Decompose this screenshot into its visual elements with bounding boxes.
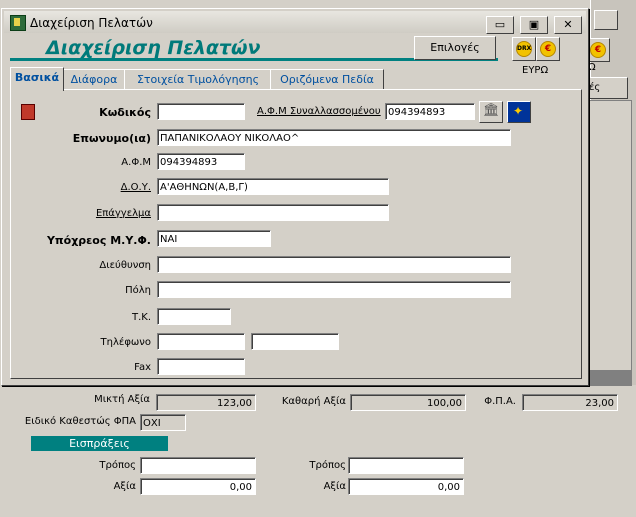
tab-billing[interactable]: Στοιχεία Τιμολόγησης <box>124 69 272 91</box>
code-field[interactable] <box>157 103 245 120</box>
net-value-field: 100,00 <box>350 394 466 411</box>
bank-icon[interactable] <box>479 101 503 123</box>
postal-code-label: Τ.Κ. <box>131 312 151 323</box>
options-button[interactable]: Επιλογές <box>414 36 496 60</box>
net-value-label: Καθαρή Αξία <box>281 396 346 407</box>
receipt-amount-field-left[interactable]: 0,00 <box>140 478 256 495</box>
fax-label: Fax <box>134 362 151 373</box>
doy-field[interactable]: Α'ΑΘΗΝΩΝ(Α,Β,Γ) <box>157 178 389 195</box>
vat-obligated-label: Υπόχρεος Μ.Υ.Φ. <box>46 234 151 247</box>
code-label: Κωδικός <box>99 106 151 119</box>
vat-field: 23,00 <box>522 394 618 411</box>
app-icon <box>10 15 26 31</box>
receipt-amount-field-right[interactable]: 0,00 <box>348 478 464 495</box>
receipt-method-field-right[interactable] <box>348 457 464 474</box>
background-currency-label: Ω <box>588 62 596 73</box>
background-panel <box>588 100 632 372</box>
phone-field-2[interactable] <box>251 333 339 350</box>
transactor-afm-field[interactable]: 094394893 <box>385 103 475 120</box>
city-label: Πόλη <box>125 285 151 296</box>
vat-obligated-field[interactable]: ΝΑΙ <box>157 230 271 247</box>
tab-custom-fields[interactable]: Οριζόμενα Πεδία <box>270 69 384 91</box>
phone-label: Τηλέφωνο <box>100 337 151 348</box>
receipts-header: Εισπράξεις <box>31 436 168 451</box>
surname-field[interactable]: ΠΑΠΑΝΙΚΟΛΑΟΥ ΝΙΚΟΛΑΟ^ <box>157 129 511 146</box>
receipt-method-field-left[interactable] <box>140 457 256 474</box>
postal-code-field[interactable] <box>157 308 231 325</box>
fax-field[interactable] <box>157 358 245 375</box>
vat-status-field: ΟΧΙ <box>140 414 186 431</box>
form-title: Διαχείριση Πελατών <box>46 37 261 59</box>
address-field[interactable] <box>157 256 511 273</box>
tab-basic[interactable]: Βασικά <box>10 67 64 91</box>
vat-label: Φ.Π.Α. <box>484 396 516 407</box>
drx-icon: DRX <box>516 41 532 57</box>
transactor-afm-label[interactable]: Α.Φ.Μ Συναλλασσομένου <box>257 106 381 117</box>
vat-status-label: Ειδικό Καθεστώς ΦΠΑ <box>24 416 136 427</box>
afm-label: Α.Φ.Μ <box>121 157 151 168</box>
background-euro-button[interactable]: € <box>586 38 610 62</box>
tab-misc[interactable]: Διάφορα <box>62 69 126 91</box>
euro-icon: € <box>590 42 606 58</box>
doy-label[interactable]: Δ.Ο.Υ. <box>11 182 151 193</box>
receipt-method-label-left: Τρόπος <box>99 460 136 471</box>
eu-vies-icon[interactable] <box>507 101 531 123</box>
euro-currency-button[interactable]: € <box>536 37 560 61</box>
surname-label: Επωνυμο(ια) <box>72 132 151 145</box>
phone-field-1[interactable] <box>157 333 245 350</box>
customer-management-dialog: Διαχείριση Πελατών ▭ ▣ ✕ Διαχείριση Πελα… <box>1 8 589 386</box>
window-title: Διαχείριση Πελατών <box>30 16 153 30</box>
maximize-button[interactable]: ▣ <box>520 16 548 34</box>
address-label: Διεύθυνση <box>99 260 151 271</box>
afm-field[interactable]: 094394893 <box>157 153 245 170</box>
title-bar: Διαχείριση Πελατών ▭ ▣ ✕ <box>4 11 586 34</box>
close-button[interactable]: ✕ <box>554 16 582 34</box>
profession-field[interactable] <box>157 204 389 221</box>
receipt-method-label-right: Τρόπος <box>309 460 346 471</box>
background-status-bar <box>588 370 632 386</box>
background-close-button[interactable] <box>594 10 618 30</box>
profession-label[interactable]: Επάγγελμα <box>11 208 151 219</box>
currency-label: ΕΥΡΩ <box>522 65 549 76</box>
background-options-button[interactable]: ές <box>586 77 628 99</box>
tab-panel-basic: Κωδικός Α.Φ.Μ Συναλλασσομένου 094394893 … <box>10 89 582 379</box>
minimize-button[interactable]: ▭ <box>486 16 514 34</box>
receipt-amount-label-right: Αξία <box>323 481 346 492</box>
drx-currency-button[interactable]: DRX <box>512 37 536 61</box>
euro-icon: € <box>540 41 556 57</box>
receipt-amount-label-left: Αξία <box>113 481 136 492</box>
gross-value-label: Μικτή Αξία <box>94 394 150 405</box>
gross-value-field: 123,00 <box>156 394 256 411</box>
city-field[interactable] <box>157 281 511 298</box>
